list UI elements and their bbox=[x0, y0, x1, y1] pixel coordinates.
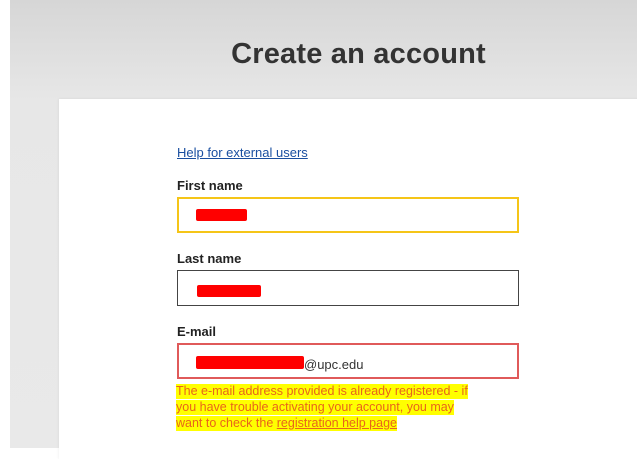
redacted-last-name bbox=[197, 285, 261, 297]
email-error-line-1: The e-mail address provided is already r… bbox=[176, 384, 468, 399]
email-error-line-2: you have trouble activating your account… bbox=[176, 400, 454, 415]
help-external-users-link[interactable]: Help for external users bbox=[177, 145, 308, 160]
email-error-line-3: want to check the registration help page bbox=[176, 416, 397, 431]
email-error-line-3-text: want to check the bbox=[176, 416, 277, 430]
registration-help-link[interactable]: registration help page bbox=[277, 416, 397, 430]
first-name-label: First name bbox=[177, 178, 243, 193]
left-edge bbox=[0, 0, 10, 448]
email-label: E-mail bbox=[177, 324, 217, 339]
redacted-first-name bbox=[196, 209, 247, 221]
redacted-email-user bbox=[196, 356, 304, 369]
last-name-label: Last name bbox=[177, 251, 242, 266]
page-title: Create an account bbox=[231, 38, 486, 70]
email-domain-suffix: @upc.edu bbox=[304, 357, 364, 372]
